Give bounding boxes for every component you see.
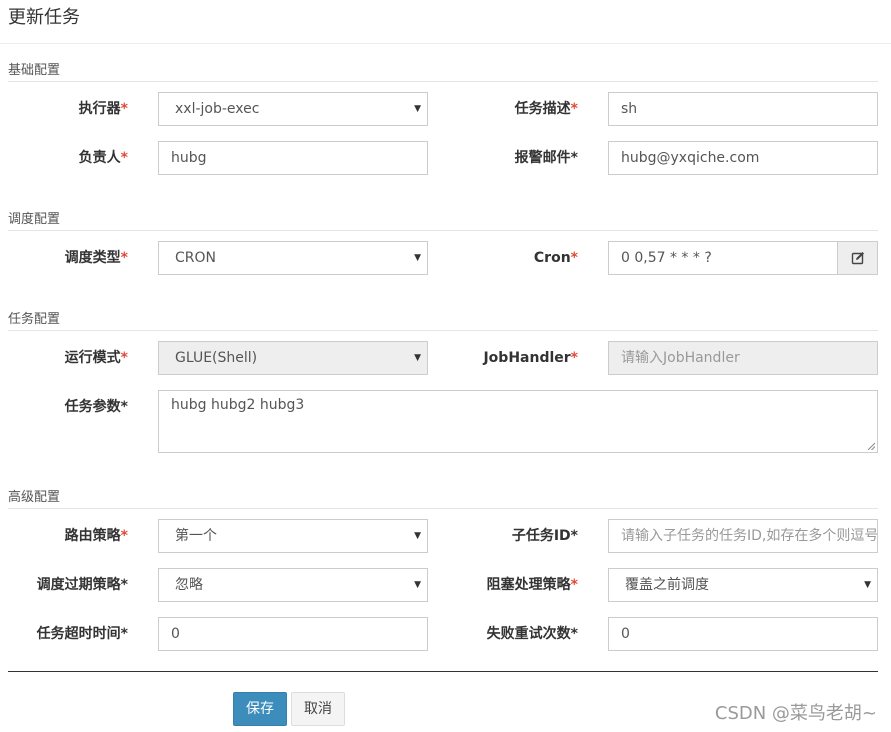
cron-input[interactable]: 0 0,57 * * * ? [608,241,839,275]
section-divider-basic [8,81,878,82]
caret-down-icon: ▼ [414,531,421,541]
misfire-strategy-value: 忽略 [175,577,203,593]
executor-label: 执行器* [78,101,128,117]
child-job-id-placeholder: 请输入子任务的任务ID,如存在多个则逗号 [621,528,878,544]
cron-label: Cron* [533,250,578,266]
fail-retry-label: 失败重试次数* [486,626,578,642]
route-strategy-select[interactable]: 第一个 ▼ [158,519,428,553]
author-value: hubg [171,150,207,166]
glue-type-value: GLUE(Shell) [175,350,258,366]
child-job-id-label: 子任务ID* [511,528,578,544]
section-title-basic: 基础配置 [8,63,61,78]
schedule-type-label: 调度类型* [64,250,128,266]
block-strategy-select[interactable]: 覆盖之前调度 ▼ [608,568,878,602]
job-handler-label: JobHandler* [483,350,578,366]
job-handler-placeholder: 请输入JobHandler [621,350,740,366]
caret-down-icon: ▼ [414,580,421,590]
glue-type-select[interactable]: GLUE(Shell) ▼ [158,341,428,375]
header-divider [0,43,891,44]
job-param-label: 任务参数* [64,399,128,415]
misfire-strategy-select[interactable]: 忽略 ▼ [158,568,428,602]
section-title-task: 任务配置 [8,312,61,327]
section-title-schedule: 调度配置 [8,212,61,227]
fail-retry-input[interactable]: 0 [608,617,878,651]
job-desc-value: sh [621,101,638,117]
cron-edit-button[interactable] [837,241,878,275]
alarm-email-input[interactable]: hubg@yxqiche.com [608,141,878,175]
job-desc-input[interactable]: sh [608,92,878,126]
route-strategy-label: 路由策略* [64,528,128,544]
block-strategy-value: 覆盖之前调度 [625,577,709,593]
executor-select[interactable]: xxl-job-exec ▼ [158,92,428,126]
schedule-type-select[interactable]: CRON ▼ [158,241,428,275]
job-param-value: hubg hubg2 hubg3 [171,397,305,413]
child-job-id-input[interactable]: 请输入子任务的任务ID,如存在多个则逗号 [608,519,878,553]
alarm-email-label: 报警邮件* [514,150,578,166]
section-divider-advanced [8,508,878,509]
author-label: 负责人* [78,150,128,166]
fail-retry-value: 0 [621,626,630,642]
caret-down-icon: ▼ [414,104,421,114]
section-divider-schedule [8,230,878,231]
caret-down-icon: ▼ [414,353,421,363]
timeout-input[interactable]: 0 [158,617,428,651]
caret-down-icon: ▼ [414,253,421,263]
resize-handle-icon[interactable] [867,442,875,450]
schedule-type-value: CRON [175,250,216,266]
watermark: CSDN @菜鸟老胡~ [714,703,877,724]
edit-icon [851,252,864,265]
route-strategy-value: 第一个 [175,528,217,544]
misfire-strategy-label: 调度过期策略* [36,577,128,593]
author-input[interactable]: hubg [158,141,428,175]
job-param-textarea[interactable]: hubg hubg2 hubg3 [158,390,878,453]
block-strategy-label: 阻塞处理策略* [486,577,578,593]
footer-divider [8,671,878,672]
timeout-label: 任务超时时间* [36,626,128,642]
job-handler-input[interactable]: 请输入JobHandler [608,341,878,375]
executor-value: xxl-job-exec [175,101,260,117]
save-button[interactable]: 保存 [233,692,287,726]
timeout-value: 0 [171,626,180,642]
job-desc-label: 任务描述* [514,101,578,117]
glue-type-label: 运行模式* [64,350,128,366]
section-title-advanced: 高级配置 [8,490,61,505]
section-divider-task [8,330,878,331]
alarm-email-value: hubg@yxqiche.com [621,150,760,166]
cancel-button[interactable]: 取消 [291,692,345,726]
cron-value: 0 0,57 * * * ? [621,250,712,266]
dialog-title: 更新任务 [8,7,80,28]
caret-down-icon: ▼ [864,580,871,590]
